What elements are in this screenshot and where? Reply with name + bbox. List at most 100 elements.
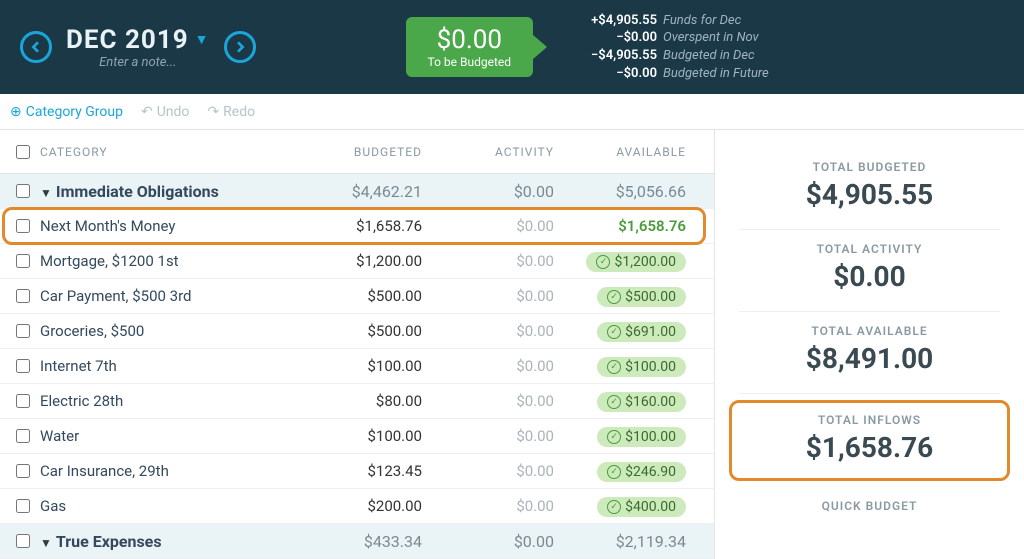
row-budgeted[interactable]: $100.00 [308, 427, 440, 445]
to-be-budgeted-card: $0.00 To be Budgeted [406, 17, 534, 77]
category-name: Water [40, 427, 79, 445]
row-budgeted[interactable]: $200.00 [308, 497, 440, 515]
group-checkbox[interactable] [16, 534, 30, 548]
row-budgeted[interactable]: $500.00 [308, 287, 440, 305]
category-row[interactable]: Water $100.00$0.00 ✓$100.00 [0, 419, 714, 454]
category-name: Mortgage, $1200 1st [40, 252, 179, 270]
row-checkbox[interactable] [16, 429, 30, 443]
category-row[interactable]: Car Payment, $500 3rd$500.00$0.00✓$500.0… [0, 279, 714, 314]
available-pill[interactable]: ✓$160.00 [597, 392, 686, 412]
group-name: Immediate Obligations [56, 182, 219, 201]
row-checkbox[interactable] [16, 464, 30, 478]
month-label: DEC 2019 [66, 25, 189, 55]
undo-icon: ↶ [141, 104, 153, 120]
check-circle-icon: ✓ [607, 395, 621, 409]
category-group-row[interactable]: ▼ Immediate Obligations $4,462.21$0.00$5,0… [0, 174, 714, 209]
total-inflows-block: TOTAL INFLOWS $1,658.76 [729, 400, 1010, 481]
row-checkbox[interactable] [16, 254, 30, 268]
category-row[interactable]: Groceries, $500$500.00$0.00✓$691.00 [0, 314, 714, 349]
budget-toolbar: ⊕ Category Group ↶ Undo ↷ Redo [0, 94, 1024, 130]
redo-button[interactable]: ↷ Redo [207, 104, 255, 120]
row-checkbox[interactable] [16, 219, 30, 233]
row-budgeted[interactable]: $80.00 [308, 392, 440, 410]
caret-down-icon: ▼ [40, 186, 52, 200]
row-checkbox[interactable] [16, 394, 30, 408]
total-inflows-value: $1,658.76 [732, 431, 1007, 464]
chevron-down-icon: ▼ [195, 31, 210, 48]
total-inflows-label: TOTAL INFLOWS [732, 413, 1007, 427]
col-activity: ACTIVITY [440, 145, 572, 159]
category-name: Gas [40, 497, 66, 515]
category-name: Internet 7th [40, 357, 117, 375]
row-budgeted[interactable]: $123.45 [308, 462, 440, 480]
category-row[interactable]: Gas $200.00$0.00 ✓$400.00 [0, 489, 714, 524]
row-checkbox[interactable] [16, 324, 30, 338]
total-available-label: TOTAL AVAILABLE [739, 324, 1000, 338]
budget-summary: +$4,905.55Funds for Dec −$0.00Overspent … [567, 12, 769, 82]
category-row[interactable]: Next Month's Money$1,658.76$0.00$1,658.7… [0, 209, 714, 244]
total-budgeted-value: $4,905.55 [739, 178, 1000, 211]
category-name: Next Month's Money [40, 217, 175, 235]
row-checkbox[interactable] [16, 499, 30, 513]
row-budgeted[interactable]: $500.00 [308, 322, 440, 340]
available-pill[interactable]: ✓$1,200.00 [586, 252, 686, 272]
group-budgeted: $433.34 [308, 532, 440, 551]
tbb-label: To be Budgeted [428, 55, 512, 69]
row-activity: $0.00 [440, 357, 572, 375]
category-row[interactable]: Electric 28th$80.00$0.00✓$160.00 [0, 384, 714, 419]
budget-sidebar: TOTAL BUDGETED $4,905.55 TOTAL ACTIVITY … [714, 130, 1024, 559]
caret-down-icon: ▼ [40, 536, 52, 550]
prev-month-button[interactable] [20, 31, 52, 63]
row-activity: $0.00 [440, 217, 572, 235]
row-checkbox[interactable] [16, 359, 30, 373]
available-pill[interactable]: ✓$100.00 [597, 357, 686, 377]
category-row[interactable]: Car Insurance, 29th$123.45$0.00✓$246.90 [0, 454, 714, 489]
row-budgeted[interactable]: $1,658.76 [308, 217, 440, 235]
group-activity: $0.00 [440, 532, 572, 551]
app-header: DEC 2019 ▼ Enter a note... $0.00 To be B… [0, 0, 1024, 94]
available-pill[interactable]: ✓$400.00 [597, 497, 686, 517]
tbb-amount: $0.00 [428, 25, 512, 55]
row-checkbox[interactable] [16, 289, 30, 303]
check-circle-icon: ✓ [607, 290, 621, 304]
month-selector[interactable]: DEC 2019 ▼ [66, 25, 210, 55]
group-available: $5,056.66 [572, 182, 704, 201]
category-row[interactable]: Mortgage, $1200 1st $1,200.00$0.00 ✓$1,200… [0, 244, 714, 279]
col-available: AVAILABLE [572, 145, 704, 159]
row-budgeted[interactable]: $100.00 [308, 357, 440, 375]
group-activity: $0.00 [440, 182, 572, 201]
available-pill[interactable]: ✓$691.00 [597, 322, 686, 342]
available-pill[interactable]: ✓$500.00 [597, 287, 686, 307]
col-budgeted: BUDGETED [308, 145, 440, 159]
row-activity: $0.00 [440, 322, 572, 340]
category-group-row[interactable]: ▼True Expenses$433.34$0.00$2,119.34 [0, 524, 714, 559]
available-pill[interactable]: ✓$100.00 [597, 427, 686, 447]
total-available-value: $8,491.00 [739, 342, 1000, 375]
add-category-group-button[interactable]: ⊕ Category Group [10, 104, 123, 120]
group-available: $2,119.34 [572, 532, 704, 551]
check-circle-icon: ✓ [607, 325, 621, 339]
redo-icon: ↷ [207, 104, 219, 120]
row-activity: $0.00 [440, 462, 572, 480]
table-header: CATEGORY BUDGETED ACTIVITY AVAILABLE [0, 130, 714, 174]
row-activity: $0.00 [440, 287, 572, 305]
total-budgeted-label: TOTAL BUDGETED [739, 160, 1000, 174]
row-budgeted[interactable]: $1,200.00 [308, 252, 440, 270]
check-circle-icon: ✓ [607, 500, 621, 514]
total-activity-label: TOTAL ACTIVITY [739, 242, 1000, 256]
group-budgeted: $4,462.21 [308, 182, 440, 201]
budget-table: CATEGORY BUDGETED ACTIVITY AVAILABLE ▼ Im… [0, 130, 714, 559]
available-pill[interactable]: ✓$246.90 [597, 462, 686, 482]
select-all-checkbox[interactable] [16, 145, 30, 159]
available-value[interactable]: $1,658.76 [618, 217, 686, 235]
month-note-input[interactable]: Enter a note... [66, 55, 210, 70]
row-activity: $0.00 [440, 252, 572, 270]
category-row[interactable]: Internet 7th $100.00$0.00 ✓$100.00 [0, 349, 714, 384]
row-activity: $0.00 [440, 497, 572, 515]
plus-circle-icon: ⊕ [10, 104, 22, 120]
group-checkbox[interactable] [16, 184, 30, 198]
check-circle-icon: ✓ [596, 255, 610, 269]
undo-button[interactable]: ↶ Undo [141, 104, 189, 120]
row-activity: $0.00 [440, 427, 572, 445]
next-month-button[interactable] [224, 31, 256, 63]
